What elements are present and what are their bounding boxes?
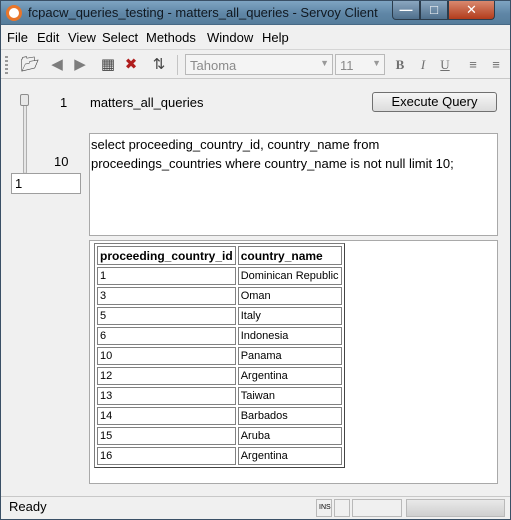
cell-country-name[interactable]: Italy — [237, 307, 342, 325]
table-row[interactable]: 5 Italy — [97, 307, 342, 325]
toolbar-grip[interactable] — [5, 56, 8, 74]
cell-country-name[interactable]: Panama — [237, 347, 342, 365]
window-title: fcpacw_queries_testing - matters_all_que… — [28, 5, 378, 20]
column-header-proceeding-country-id[interactable]: proceeding_country_id — [97, 246, 236, 265]
progress-bar — [406, 499, 505, 517]
form-area: 1 10 1 matters_all_queries Execute Query… — [1, 80, 510, 495]
back-arrow-icon[interactable]: ◀ — [47, 55, 67, 75]
cell-proceeding-country-id[interactable]: 3 — [97, 287, 236, 305]
table-body: 1 Dominican Republic 3 Oman 5 Italy 6 Indonesia… — [97, 267, 342, 465]
menu-bar: File Edit View Select Methods Window Hel… — [1, 27, 510, 49]
align-left-icon[interactable]: ≡ — [463, 55, 483, 75]
table-row[interactable]: 10 Panama — [97, 347, 342, 365]
table-row[interactable]: 13 Taiwan — [97, 387, 342, 405]
query-slider[interactable] — [23, 96, 27, 174]
cell-country-name[interactable]: Argentina — [237, 367, 342, 385]
cell-country-name[interactable]: Dominican Republic — [237, 267, 342, 285]
menu-methods[interactable]: Methods — [146, 30, 196, 45]
cell-proceeding-country-id[interactable]: 13 — [97, 387, 236, 405]
cell-country-name[interactable]: Taiwan — [237, 387, 342, 405]
cell-proceeding-country-id[interactable]: 15 — [97, 427, 236, 445]
underline-button[interactable]: U — [435, 55, 455, 75]
minimize-button[interactable]: — — [392, 1, 420, 20]
forward-arrow-icon[interactable]: ▶ — [70, 55, 90, 75]
table-row[interactable]: 16 Argentina — [97, 447, 342, 465]
table-row[interactable]: 15 Aruba — [97, 427, 342, 445]
slider-min-label: 1 — [60, 95, 68, 110]
bold-button[interactable]: B — [390, 55, 410, 75]
status-cell-empty — [352, 499, 402, 517]
cell-proceeding-country-id[interactable]: 12 — [97, 367, 236, 385]
align-justify-icon[interactable]: ≡ — [486, 55, 506, 75]
cell-proceeding-country-id[interactable]: 1 — [97, 267, 236, 285]
cell-proceeding-country-id[interactable]: 6 — [97, 327, 236, 345]
menu-view[interactable]: View — [68, 30, 96, 45]
table-row[interactable]: 3 Oman — [97, 287, 342, 305]
slider-value-field[interactable]: 1 — [11, 173, 81, 194]
results-panel: proceeding_country_id country_name 1 Domi… — [89, 240, 498, 484]
font-family-value: Tahoma — [190, 58, 237, 73]
column-header-country-name[interactable]: country_name — [237, 246, 342, 265]
delete-record-icon[interactable]: ✖ — [121, 55, 141, 75]
cell-country-name[interactable]: Barbados — [237, 407, 342, 425]
table-row[interactable]: 1 Dominican Republic — [97, 267, 342, 285]
chevron-down-icon: ▼ — [320, 58, 329, 68]
close-button[interactable]: ✕ — [448, 1, 495, 20]
cell-proceeding-country-id[interactable]: 14 — [97, 407, 236, 425]
execute-query-button[interactable]: Execute Query — [372, 92, 497, 112]
results-table: proceeding_country_id country_name 1 Domi… — [94, 243, 345, 468]
menu-select[interactable]: Select — [102, 30, 138, 45]
cell-country-name[interactable]: Oman — [237, 287, 342, 305]
font-size-select[interactable]: 11 ▼ — [335, 54, 385, 75]
font-size-value: 11 — [340, 58, 354, 73]
toolbar: 📂︎ ◀ ▶ ▦ ✖ ⇅ Tahoma ▼ 11 ▼ B I U ≡ ≡ — [1, 49, 510, 79]
sql-editor[interactable]: select proceeding_country_id, country_na… — [89, 133, 498, 236]
status-bar: Ready INS — [1, 496, 510, 519]
table-row[interactable]: 12 Argentina — [97, 367, 342, 385]
italic-button[interactable]: I — [413, 55, 433, 75]
cell-proceeding-country-id[interactable]: 5 — [97, 307, 236, 325]
chevron-down-icon: ▼ — [372, 58, 381, 68]
cell-proceeding-country-id[interactable]: 10 — [97, 347, 236, 365]
menu-file[interactable]: File — [7, 30, 28, 45]
query-name-label: matters_all_queries — [90, 95, 204, 110]
new-record-icon[interactable]: ▦ — [98, 55, 118, 75]
servoy-app-icon — [6, 5, 22, 21]
open-folder-icon[interactable]: 📂︎ — [20, 55, 40, 75]
cell-country-name[interactable]: Indonesia — [237, 327, 342, 345]
cell-proceeding-country-id[interactable]: 16 — [97, 447, 236, 465]
title-bar: fcpacw_queries_testing - matters_all_que… — [1, 1, 510, 25]
table-header-row: proceeding_country_id country_name — [97, 246, 342, 265]
menu-edit[interactable]: Edit — [37, 30, 59, 45]
table-row[interactable]: 14 Barbados — [97, 407, 342, 425]
cell-country-name[interactable]: Aruba — [237, 427, 342, 445]
toolbar-separator — [177, 55, 178, 75]
font-family-select[interactable]: Tahoma ▼ — [185, 54, 333, 75]
status-text: Ready — [9, 499, 47, 514]
slider-max-label: 10 — [54, 154, 69, 169]
menu-help[interactable]: Help — [262, 30, 289, 45]
slider-thumb[interactable] — [20, 94, 29, 106]
ins-indicator: INS — [316, 499, 332, 517]
menu-window[interactable]: Window — [207, 30, 253, 45]
sort-icon[interactable]: ⇅ — [149, 55, 169, 75]
table-row[interactable]: 6 Indonesia — [97, 327, 342, 345]
maximize-button[interactable]: □ — [420, 1, 448, 20]
app-window: fcpacw_queries_testing - matters_all_que… — [0, 0, 511, 520]
cell-country-name[interactable]: Argentina — [237, 447, 342, 465]
status-cell-empty — [334, 499, 350, 517]
